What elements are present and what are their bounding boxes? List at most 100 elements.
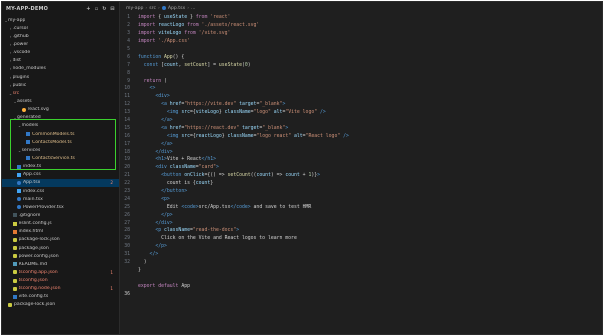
tree-file[interactable]: tsconfig.node.json 1 — [2, 285, 119, 293]
code-line: 11 <div> — [120, 93, 602, 101]
line-number: 27 — [124, 220, 130, 226]
breadcrumb-item[interactable]: App.tsx — [168, 6, 185, 11]
code-line: 4 import './App.css' — [120, 38, 602, 46]
tree-folder[interactable]: › dist — [2, 57, 119, 65]
tree-file[interactable]: power.config.json — [2, 252, 119, 260]
tree-file[interactable]: eslint.config.js — [2, 220, 119, 228]
code-token: count — [164, 62, 179, 68]
ts-file-icon — [26, 132, 30, 137]
tree-file[interactable]: ContactsService.ts — [2, 154, 119, 162]
tree-item-label: App.tsx — [23, 180, 41, 186]
tree-item-label: .github — [12, 33, 29, 39]
tree-file[interactable]: react.svg — [2, 106, 119, 114]
tree-folder[interactable]: › .cursor — [2, 24, 119, 32]
breadcrumb-item[interactable]: ... — [191, 6, 195, 11]
tree-folder[interactable]: › node_modules — [2, 65, 119, 73]
tree-item-label: vite.config.ts — [18, 294, 49, 300]
code-token: <code> — [181, 204, 199, 210]
code-token: className — [161, 228, 190, 234]
tree-file[interactable]: tsconfig.app.json 1 — [2, 268, 119, 276]
tree-item-label: public — [12, 82, 27, 88]
tree-file[interactable]: package-lock.json — [2, 301, 119, 309]
code-token: Click on the Vite and React logos to lea… — [138, 236, 297, 242]
collapse-all-icon[interactable]: ⊟ — [110, 6, 115, 12]
code-token: </> — [138, 252, 159, 258]
code-token: "Vite logo" — [285, 110, 318, 116]
tree-folder[interactable]: › public — [2, 81, 119, 89]
breadcrumb-item[interactable]: src — [149, 6, 156, 11]
tree-file[interactable]: .gitignore — [2, 211, 119, 219]
tree-folder[interactable]: ⌄ services — [2, 146, 119, 154]
tree-file[interactable]: index.ts — [2, 163, 119, 171]
line-number: 32 — [124, 260, 130, 266]
json-file-icon — [12, 270, 17, 275]
code-token: <p — [138, 228, 162, 234]
tree-folder[interactable]: ⌄ assets — [2, 97, 119, 105]
tree-folder[interactable]: › .vscode — [2, 49, 119, 57]
ts-file-icon — [26, 156, 30, 161]
code-token: <> — [138, 86, 156, 92]
line-number: 3 — [127, 31, 130, 37]
tree-folder[interactable]: ⌄ models — [2, 122, 119, 130]
tree-item-label: tsconfig.app.json — [18, 269, 58, 275]
code-token: className — [166, 165, 196, 171]
code-line: 1 import { useState } from 'react' — [120, 14, 602, 22]
code-token: setCount — [227, 173, 251, 179]
tree-file[interactable]: PowerProvider.tsx — [2, 203, 119, 211]
new-folder-icon[interactable]: ▫ — [94, 6, 99, 12]
line-number: 13 — [124, 110, 130, 116]
tree-item-label: main.tsx — [23, 196, 43, 202]
code-token: <button — [138, 173, 182, 179]
tree-file[interactable]: package.json — [2, 244, 119, 252]
code-token: './App.css' — [155, 39, 190, 45]
code-token: > — [216, 165, 219, 171]
tsx-file-icon — [17, 205, 21, 210]
tree-file[interactable]: package-lock.json — [2, 236, 119, 244]
code-token: <a — [138, 102, 167, 108]
breadcrumb-item[interactable]: my-app — [126, 6, 143, 11]
ts-file-icon — [26, 140, 30, 145]
tree-file[interactable]: index.css — [2, 187, 119, 195]
tree-item-label: tsconfig.node.json — [18, 286, 61, 292]
tree-folder[interactable]: ⌄ generated — [2, 114, 119, 122]
tree-file[interactable]: vite.config.ts — [2, 293, 119, 301]
line-number: 21 — [124, 173, 130, 179]
explorer-header: MY-APP-DEMO + ▫ ↻ ⊟ — [2, 2, 119, 16]
tree-folder[interactable]: › .power — [2, 40, 119, 48]
tree-file[interactable]: main.tsx — [2, 195, 119, 203]
line-number: 14 — [124, 118, 130, 124]
tree-folder[interactable]: ⌄ my-app — [2, 16, 119, 24]
code-token: > — [317, 173, 321, 179]
breadcrumb-separator-icon: › — [157, 5, 160, 11]
problem-count-badge: 2 — [110, 180, 113, 186]
tree-file[interactable]: ContactsModel.ts — [2, 138, 119, 146]
tree-file[interactable]: index.html — [2, 228, 119, 236]
html-file-icon — [12, 229, 17, 234]
tree-item-label: my-app — [8, 17, 26, 23]
tree-file[interactable]: CommonModels.ts — [2, 130, 119, 138]
new-file-icon[interactable]: + — [86, 6, 91, 12]
code-line: 14 </a> — [120, 117, 602, 125]
code-token: } — [210, 181, 214, 187]
tree-file[interactable]: tsconfig.json — [2, 277, 119, 285]
tree-file[interactable]: App.css — [2, 171, 119, 179]
code-view[interactable]: 1 import { useState } from 'react' 2 import… — [120, 14, 602, 298]
tree-item-label: tsconfig.json — [18, 278, 48, 284]
css-file-icon — [17, 172, 21, 177]
code-token: } — [187, 15, 196, 21]
refresh-icon[interactable]: ↻ — [102, 6, 107, 12]
tree-folder[interactable]: ⌄ src — [2, 89, 119, 97]
tree-file[interactable]: README.md — [2, 260, 119, 268]
code-token: viteLogo — [195, 110, 219, 116]
code-token: src — [178, 133, 190, 139]
tree-item-label: eslint.config.js — [18, 221, 52, 227]
tree-folder[interactable]: › plugins — [2, 73, 119, 81]
tree-item-label: generated — [17, 115, 41, 121]
tree-folder[interactable]: › .github — [2, 32, 119, 40]
tree-file[interactable]: App.tsx 2 — [2, 178, 119, 187]
code-token: function — [138, 54, 162, 60]
tree-item-label: .cursor — [12, 25, 29, 31]
code-line: 13 <img src ={viteLogo} className = "logo" … — [120, 109, 602, 117]
code-token: ) => — [270, 173, 286, 179]
tree-item-label: .power — [12, 41, 29, 47]
